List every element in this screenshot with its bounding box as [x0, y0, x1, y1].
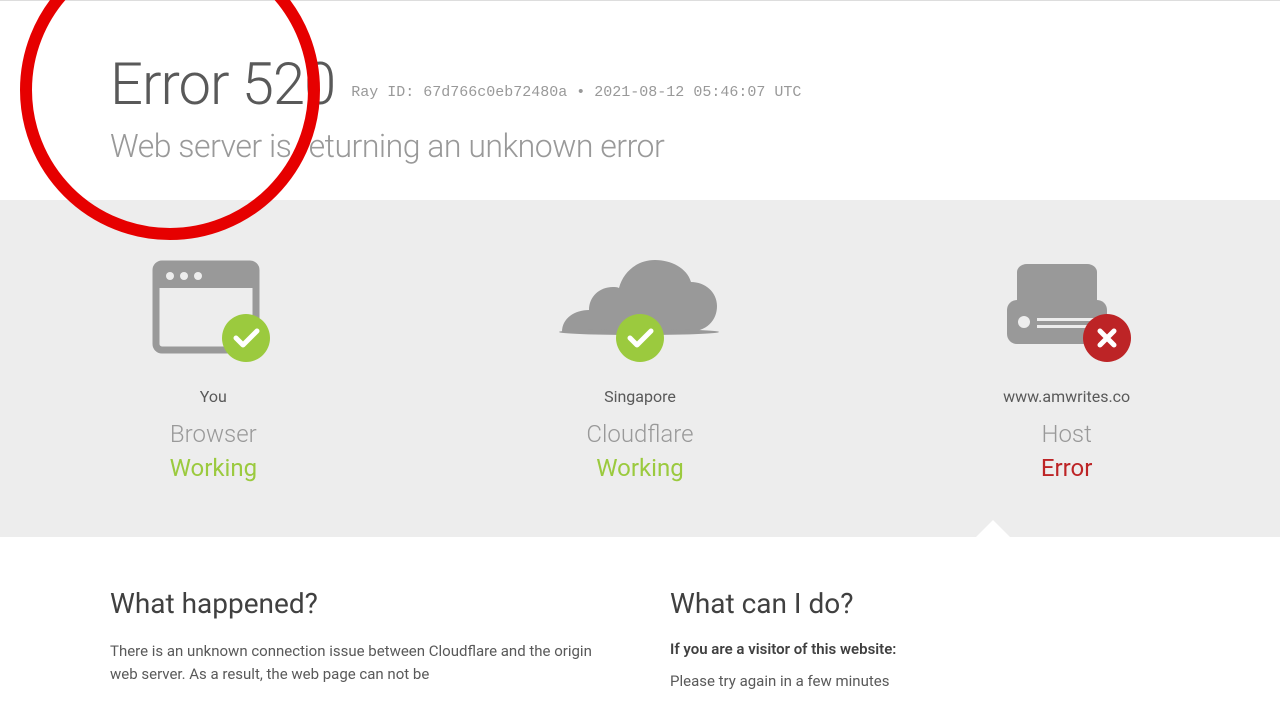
status-host: www.amwrites.co Host Error [855, 255, 1277, 482]
visitor-heading: If you are a visitor of this website: [670, 640, 1170, 658]
browser-status: Working [2, 454, 424, 482]
cloudflare-status: Working [429, 454, 851, 482]
error-header: Error 520 Ray ID: 67d766c0eb72480a • 202… [0, 1, 1280, 200]
separator: • [576, 84, 585, 101]
what-happened-title: What happened? [110, 587, 610, 620]
cloudflare-location: Singapore [429, 387, 851, 406]
what-can-i-do-column: What can I do? If you are a visitor of t… [670, 587, 1170, 693]
browser-icon [2, 255, 424, 365]
server-icon [855, 255, 1277, 365]
error-subtitle: Web server is returning an unknown error [110, 127, 1170, 165]
what-can-i-do-title: What can I do? [670, 587, 1170, 620]
host-type-label: Host [855, 420, 1277, 448]
host-status: Error [855, 454, 1277, 482]
what-happened-column: What happened? There is an unknown conne… [110, 587, 610, 693]
ray-id-label: Ray ID: [351, 84, 414, 101]
arrow-indicator [975, 520, 1011, 538]
ray-id-value: 67d766c0eb72480a [423, 84, 567, 101]
status-cloudflare: Singapore Cloudflare Working [429, 255, 851, 482]
timestamp: 2021-08-12 05:46:07 UTC [594, 84, 801, 101]
host-domain: www.amwrites.co [855, 387, 1277, 406]
status-browser: You Browser Working [2, 255, 424, 482]
what-happened-body: There is an unknown connection issue bet… [110, 640, 610, 685]
status-section: You Browser Working Singapore Cloudflare… [0, 200, 1280, 537]
browser-type-label: Browser [2, 420, 424, 448]
you-label: You [2, 387, 424, 406]
error-title: Error 520 [110, 51, 335, 119]
cloud-icon [429, 255, 851, 365]
ray-info: Ray ID: 67d766c0eb72480a • 2021-08-12 05… [351, 84, 801, 101]
info-section: What happened? There is an unknown conne… [0, 537, 1280, 693]
visitor-body: Please try again in a few minutes [670, 670, 1170, 693]
cloudflare-type-label: Cloudflare [429, 420, 851, 448]
